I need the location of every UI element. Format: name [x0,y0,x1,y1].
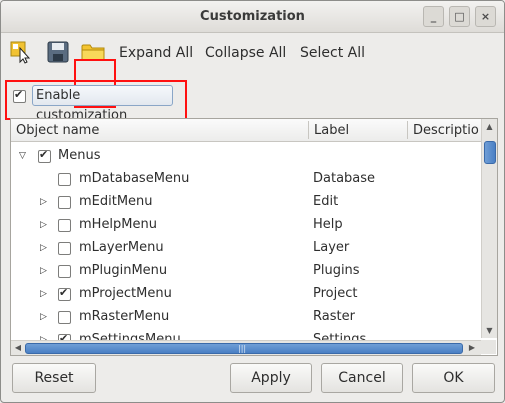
row-name: Menus [58,148,101,163]
tree-row[interactable]: ▷ mHelpMenu Help [11,214,481,237]
row-checkbox[interactable] [58,196,71,209]
tree-row-menus[interactable]: ▽ Menus [11,145,481,168]
grip-icon: ||| [238,344,247,353]
horizontal-scrollbar[interactable]: ◀ ||| ▶ [11,340,481,355]
row-label: Plugins [313,263,360,278]
row-name: mDatabaseMenu [79,171,190,186]
row-label: Project [313,286,358,301]
scroll-down-icon[interactable]: ▼ [482,326,497,335]
row-checkbox[interactable] [58,311,71,324]
column-object-name[interactable]: Object name [16,123,99,138]
row-name: mProjectMenu [79,286,172,301]
toolbar: Expand All Collapse All Select All [1,33,504,108]
maximize-icon: □ [454,10,465,23]
horizontal-scroll-thumb[interactable]: ||| [25,343,463,354]
reset-button[interactable]: Reset [12,363,96,393]
collapsed-arrow-icon[interactable]: ▷ [40,312,47,322]
row-name: mEditMenu [79,194,153,209]
close-button[interactable]: × [475,6,496,27]
cancel-button[interactable]: Cancel [321,363,403,393]
expanded-arrow-icon[interactable]: ▽ [19,151,26,161]
collapsed-arrow-icon[interactable]: ▷ [40,220,47,230]
tree-header: Object name Label Descriptio [11,119,481,142]
collapsed-arrow-icon[interactable]: ▷ [40,266,47,276]
select-all-button[interactable]: Select All [300,45,365,61]
row-checkbox[interactable] [58,173,71,186]
tree-row[interactable]: mDatabaseMenu Database [11,168,481,191]
expand-all-button[interactable]: Expand All [119,45,193,61]
enable-customization-checkbox[interactable] [13,88,26,103]
maximize-button[interactable]: □ [449,6,470,27]
vertical-scroll-thumb[interactable] [484,141,496,164]
tree-row[interactable]: ▷ mProjectMenu Project [11,283,481,306]
column-label[interactable]: Label [314,123,349,138]
row-label: Database [313,171,376,186]
pointer-select-icon[interactable] [10,40,34,64]
scroll-left-icon[interactable]: ◀ [13,343,23,352]
object-tree[interactable]: Object name Label Descriptio ▽ Menus mDa… [10,118,498,356]
tree-row[interactable]: ▷ mPluginMenu Plugins [11,260,481,283]
ok-button[interactable]: OK [412,363,495,393]
column-description[interactable]: Descriptio [413,123,479,138]
scroll-corner [481,340,496,354]
minimize-icon: _ [430,10,437,23]
tree-row[interactable]: ▷ mEditMenu Edit [11,191,481,214]
row-name: mLayerMenu [79,240,164,255]
row-label: Edit [313,194,339,209]
row-name: mHelpMenu [79,217,157,232]
column-separator[interactable] [308,121,309,139]
row-label: Raster [313,309,355,324]
vertical-scrollbar[interactable]: ▲ ▼ [481,119,497,338]
collapsed-arrow-icon[interactable]: ▷ [40,289,47,299]
row-checkbox[interactable] [58,242,71,255]
column-separator[interactable] [407,121,408,139]
collapse-all-button[interactable]: Collapse All [205,45,286,61]
minimize-button[interactable]: _ [423,6,444,27]
scroll-up-icon[interactable]: ▲ [482,122,497,131]
row-checkbox[interactable] [58,219,71,232]
enable-customization-label[interactable]: Enable customization [32,85,173,123]
row-label: Settings [313,332,367,340]
row-name: mSettingsMenu [79,332,181,340]
row-checkbox[interactable] [38,148,51,163]
close-icon: × [480,10,491,23]
customization-dialog: Customization _ □ × Expand All Collapse … [0,0,505,403]
row-label: Help [313,217,343,232]
collapsed-arrow-icon[interactable]: ▷ [40,197,47,207]
tree-row[interactable]: ▷ mLayerMenu Layer [11,237,481,260]
collapsed-arrow-icon[interactable]: ▷ [40,243,47,253]
row-label: Layer [313,240,350,255]
scroll-right-icon[interactable]: ▶ [467,343,477,352]
row-name: mRasterMenu [79,309,170,324]
title-bar[interactable]: Customization _ □ × [1,1,504,33]
row-checkbox[interactable] [58,265,71,278]
row-name: mPluginMenu [79,263,168,278]
save-disk-icon[interactable] [46,40,70,64]
row-checkbox[interactable] [58,286,71,301]
tree-row[interactable]: ▷ mRasterMenu Raster [11,306,481,329]
tree-row[interactable]: ▷ mSettingsMenu Settings [11,329,481,340]
apply-button[interactable]: Apply [230,363,312,393]
